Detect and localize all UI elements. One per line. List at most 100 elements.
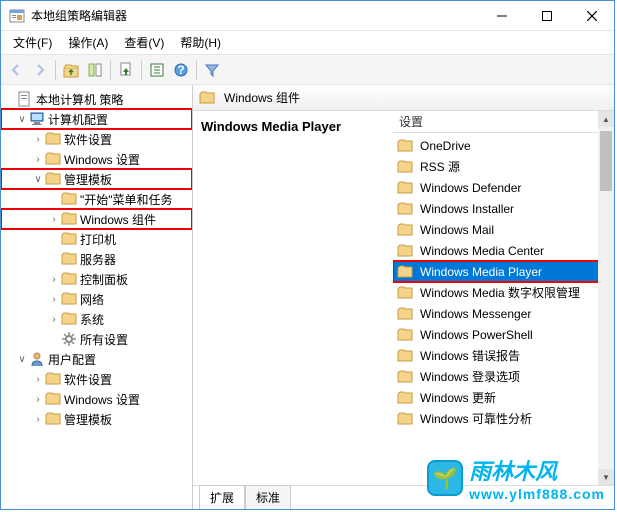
list-item-label: Windows Mail [420,223,494,237]
menu-action[interactable]: 操作(A) [60,31,116,54]
list-item[interactable]: Windows 错误报告 [393,345,614,366]
list-item[interactable]: Windows 可靠性分析 [393,408,614,429]
tree-label: 软件设置 [64,371,112,388]
list-item[interactable]: Windows Messenger [393,303,614,324]
folder-icon [45,131,61,147]
tree-root[interactable]: ▶本地计算机 策略 [1,89,192,109]
menu-view[interactable]: 查看(V) [116,31,172,54]
column-header-settings[interactable]: 设置 [393,111,614,133]
detail-title: Windows Media Player [201,119,385,134]
list-item[interactable]: Windows Media Center [393,240,614,261]
policy-icon [17,91,33,107]
tree-label: 软件设置 [64,131,112,148]
app-icon [9,8,25,24]
list-item[interactable]: Windows 更新 [393,387,614,408]
menu-help[interactable]: 帮助(H) [172,31,229,54]
list-item[interactable]: RSS 源 [393,156,614,177]
scroll-down-button[interactable]: ▼ [598,469,614,485]
tree-label: 本地计算机 策略 [36,91,123,108]
export-button[interactable] [115,59,137,81]
tree-start-menu[interactable]: ›"开始"菜单和任务 [1,189,192,209]
tree-label: 管理模板 [64,411,112,428]
folder-icon [61,291,77,307]
list-item-label: Windows 更新 [420,389,496,406]
show-hide-button[interactable] [84,59,106,81]
tree-windows-settings[interactable]: ›Windows 设置 [1,149,192,169]
tree-control-panel[interactable]: ›控制面板 [1,269,192,289]
tree-u-admin-templates[interactable]: ›管理模板 [1,409,192,429]
scroll-thumb[interactable] [600,131,612,191]
list-header-text: Windows 组件 [224,89,300,106]
settings-icon [61,331,77,347]
toolbar-separator [55,60,56,80]
list-item[interactable]: Windows Defender [393,177,614,198]
tree-label: 控制面板 [80,271,128,288]
svg-text:?: ? [177,63,184,77]
folder-icon [397,201,413,217]
tree-label: 服务器 [80,251,116,268]
folder-icon [397,369,413,385]
scroll-up-button[interactable]: ▲ [598,111,614,127]
list-item-label: Windows Installer [420,202,514,216]
list-item-label: Windows Media Player [420,265,542,279]
list-item[interactable]: Windows 登录选项 [393,366,614,387]
forward-button[interactable] [29,59,51,81]
tree-servers[interactable]: ›服务器 [1,249,192,269]
tree-all-settings[interactable]: ›所有设置 [1,329,192,349]
list-item[interactable]: OneDrive [393,135,614,156]
list-item-label: Windows PowerShell [420,328,533,342]
tree-label: 管理模板 [64,171,112,188]
window-title: 本地组策略编辑器 [31,7,479,24]
toolbar-separator [196,60,197,80]
folder-icon [61,271,77,287]
folder-icon [397,264,413,280]
tree-computer-config[interactable]: ∨计算机配置 [1,109,192,129]
tree-label: "开始"菜单和任务 [80,191,173,208]
folder-icon [397,390,413,406]
tree-label: 网络 [80,291,104,308]
list-item-label: Windows 错误报告 [420,347,520,364]
minimize-button[interactable] [479,1,524,30]
list-item[interactable]: Windows Mail [393,219,614,240]
tree-admin-templates[interactable]: ∨管理模板 [1,169,192,189]
folder-icon [45,371,61,387]
toolbar: ? [1,55,614,85]
list-item[interactable]: Windows Media 数字权限管理 [393,282,614,303]
list-item[interactable]: Windows Installer [393,198,614,219]
close-button[interactable] [569,1,614,30]
help-button[interactable]: ? [170,59,192,81]
list-item-label: Windows Defender [420,181,521,195]
tree-user-config[interactable]: ∨用户配置 [1,349,192,369]
up-button[interactable] [60,59,82,81]
folder-icon [397,306,413,322]
tree-printers[interactable]: ›打印机 [1,229,192,249]
tab-standard[interactable]: 标准 [245,485,291,509]
detail-pane: Windows Media Player [193,111,393,485]
toolbar-separator [110,60,111,80]
maximize-button[interactable] [524,1,569,30]
list-item-label: OneDrive [420,139,471,153]
computer-icon [29,111,45,127]
scrollbar-vertical[interactable]: ▲ ▼ [598,111,614,485]
back-button[interactable] [5,59,27,81]
menubar: 文件(F) 操作(A) 查看(V) 帮助(H) [1,31,614,55]
list-item[interactable]: Windows PowerShell [393,324,614,345]
tree-u-windows-settings[interactable]: ›Windows 设置 [1,389,192,409]
list-view[interactable]: 设置 OneDrive RSS 源 Windows Defender Windows … [393,111,614,485]
list-item-label: Windows 可靠性分析 [420,410,532,427]
filter-button[interactable] [201,59,223,81]
tree-system[interactable]: ›系统 [1,309,192,329]
tree-pane[interactable]: ▶本地计算机 策略 ∨计算机配置 ›软件设置 ›Windows 设置 ∨管理模板… [1,85,193,509]
list-item-label: Windows Media 数字权限管理 [420,284,580,301]
refresh-button[interactable] [146,59,168,81]
tree-windows-components[interactable]: ›Windows 组件 [1,209,192,229]
folder-icon [61,191,77,207]
folder-icon [397,138,413,154]
tree-label: Windows 设置 [64,151,140,168]
tree-network[interactable]: ›网络 [1,289,192,309]
tab-extended[interactable]: 扩展 [199,485,245,509]
menu-file[interactable]: 文件(F) [5,31,60,54]
tree-software-settings[interactable]: ›软件设置 [1,129,192,149]
list-item[interactable]: Windows Media Player [393,261,614,282]
tree-u-software-settings[interactable]: ›软件设置 [1,369,192,389]
